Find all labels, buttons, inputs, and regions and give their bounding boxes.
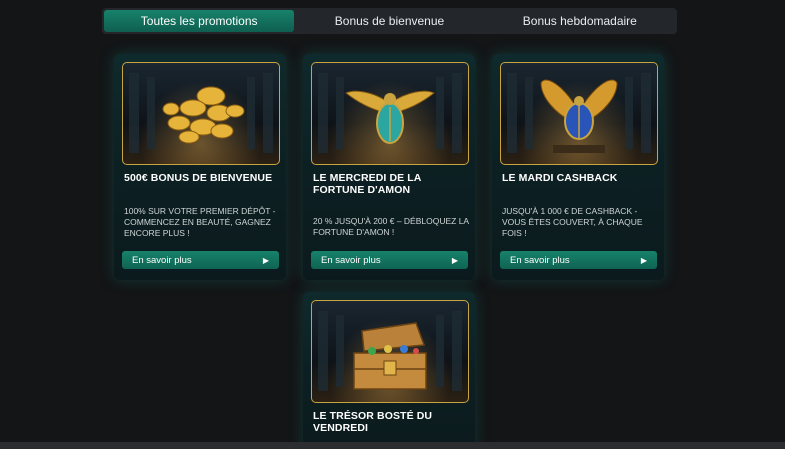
card-title: LE MERCREDI DE LA FORTUNE D'AMON: [313, 172, 422, 196]
treasure-chest-icon: [318, 311, 462, 391]
card-description: 20 % JUSQU'À 200 € – DÉBLOQUEZ LA FORTUN…: [313, 216, 469, 237]
button-label: En savoir plus: [510, 254, 570, 266]
tab-welcome-bonus[interactable]: Bonus de bienvenue: [294, 10, 484, 32]
tab-all-promotions[interactable]: Toutes les promotions: [104, 10, 295, 32]
learn-more-button[interactable]: En savoir plus ▶: [122, 251, 279, 269]
play-arrow-icon: ▶: [451, 255, 458, 265]
gold-coins-image: [122, 62, 280, 165]
promo-card-tuesday-cashback: LE MARDI CASHBACK JUSQU'À 1 000 € DE CAS…: [492, 54, 664, 280]
turquoise-scarab-icon: [318, 73, 462, 153]
card-description: JUSQU'À 1 000 € DE CASHBACK - VOUS ÊTES …: [502, 206, 643, 238]
bottom-scroll-area: [0, 442, 785, 449]
tab-weekly-bonus[interactable]: Bonus hebdomadaire: [485, 10, 675, 32]
blue-winged-scarab-icon: [507, 73, 651, 153]
button-label: En savoir plus: [132, 254, 192, 266]
turquoise-scarab-image: [311, 62, 469, 165]
blue-winged-scarab-image: [500, 62, 658, 165]
card-title: 500€ BONUS DE BIENVENUE: [124, 172, 273, 184]
promo-card-welcome-bonus: 500€ BONUS DE BIENVENUE 100% SUR VOTRE P…: [114, 54, 286, 280]
promotion-tabs: Toutes les promotions Bonus de bienvenue…: [102, 8, 677, 34]
gold-coins-icon: [129, 73, 273, 153]
card-description: 100% SUR VOTRE PREMIER DÉPÔT - COMMENCEZ…: [124, 206, 276, 238]
play-arrow-icon: ▶: [262, 255, 269, 265]
learn-more-button[interactable]: En savoir plus ▶: [500, 251, 657, 269]
button-label: En savoir plus: [321, 254, 381, 266]
promo-card-wednesday-amon: LE MERCREDI DE LA FORTUNE D'AMON 20 % JU…: [303, 54, 475, 280]
treasure-chest-image: [311, 300, 469, 403]
learn-more-button[interactable]: En savoir plus ▶: [311, 251, 468, 269]
card-title: LE TRÉSOR BOSTÉ DU VENDREDI: [313, 410, 433, 434]
play-arrow-icon: ▶: [640, 255, 647, 265]
promo-card-friday-treasure: LE TRÉSOR BOSTÉ DU VENDREDI: [303, 292, 475, 449]
card-title: LE MARDI CASHBACK: [502, 172, 618, 184]
